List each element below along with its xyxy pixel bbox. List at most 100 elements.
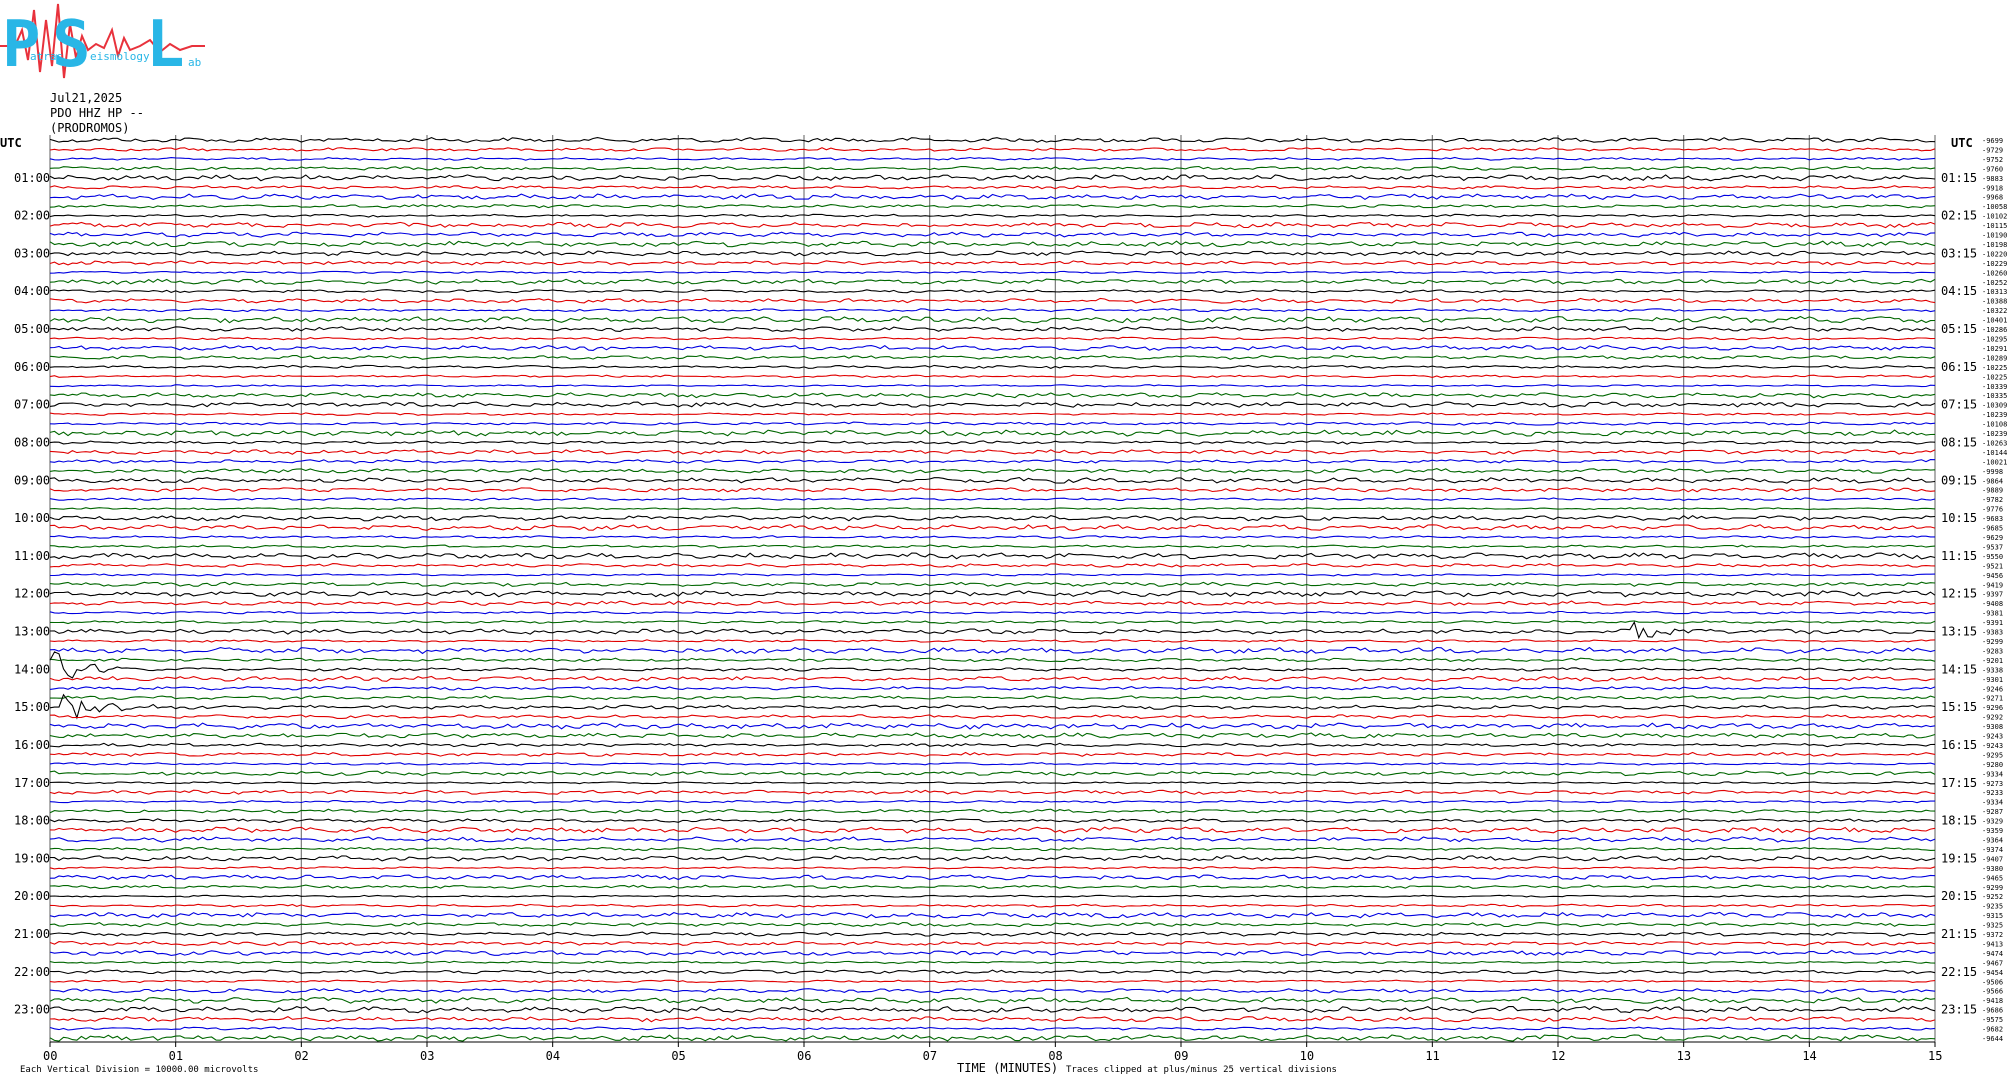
hour-label-right: 13:15 — [1941, 625, 1977, 639]
trace-line — [49, 477, 1936, 484]
trace-offset-label: -10260 — [1982, 269, 2007, 277]
hour-label-left: 09:00 — [14, 473, 50, 487]
trace-offset-label: -9419 — [1982, 581, 2003, 589]
trace-line — [49, 931, 1936, 937]
hour-label-right: 23:15 — [1941, 1003, 1977, 1017]
trace-line — [49, 639, 1936, 643]
trace-line — [49, 563, 1936, 568]
trace-offset-label: -9280 — [1982, 761, 2003, 769]
trace-offset-label: -9273 — [1982, 780, 2003, 788]
trace-line — [49, 315, 1936, 324]
hour-label-left: 15:00 — [14, 700, 50, 714]
trace-offset-label: -9644 — [1982, 1035, 2003, 1043]
trace-line — [49, 1015, 1936, 1023]
trace-line — [49, 147, 1936, 152]
x-tick-label: 15 — [1928, 1049, 1942, 1063]
hour-label-right: 20:15 — [1941, 889, 1977, 903]
trace-line — [49, 459, 1936, 464]
trace-offset-label: -10225 — [1982, 364, 2007, 372]
trace-offset-label: -9383 — [1982, 629, 2003, 637]
trace-line — [49, 514, 1936, 522]
trace-offset-label: -10115 — [1982, 222, 2007, 230]
trace-line — [49, 714, 1936, 719]
trace-line — [49, 675, 1936, 682]
trace-offset-label: -9295 — [1982, 751, 2003, 759]
trace-offset-label: -9408 — [1982, 600, 2003, 608]
hour-label-left: 14:00 — [14, 662, 50, 676]
trace-offset-label: -9380 — [1982, 865, 2003, 873]
trace-line — [49, 894, 1936, 898]
trace-line — [49, 297, 1936, 304]
trace-offset-label: -9418 — [1982, 997, 2003, 1005]
trace-line — [49, 278, 1936, 286]
trace-offset-label: -10239 — [1982, 411, 2007, 419]
trace-offset-label: -9864 — [1982, 477, 2003, 485]
trace-line — [49, 429, 1936, 437]
trace-line — [49, 979, 1936, 984]
x-tick-label: 12 — [1551, 1049, 1565, 1063]
trace-line — [49, 884, 1936, 889]
hour-label-left: 23:00 — [14, 1003, 50, 1017]
logo-word-patras: atras — [30, 50, 63, 63]
x-tick-label: 08 — [1048, 1049, 1062, 1063]
trace-line — [49, 468, 1936, 474]
trace-line — [49, 940, 1936, 947]
trace-line — [49, 969, 1936, 975]
hour-label-left: 11:00 — [14, 549, 50, 563]
trace-line — [49, 903, 1936, 908]
logo-letter-s: S — [52, 8, 91, 82]
trace-offset-label: -9397 — [1982, 591, 2003, 599]
trace-line — [49, 250, 1936, 257]
trace-line — [49, 260, 1936, 266]
hour-label-right: 17:15 — [1941, 776, 1977, 790]
trace-line — [49, 610, 1936, 615]
trace-offset-label: -10291 — [1982, 345, 2007, 353]
trace-line — [49, 846, 1936, 852]
trace-offset-label: -9243 — [1982, 733, 2003, 741]
hour-label-left: 20:00 — [14, 889, 50, 903]
trace-line — [49, 921, 1936, 928]
trace-offset-label: -9566 — [1982, 988, 2003, 996]
trace-offset-label: -10225 — [1982, 373, 2007, 381]
trace-offset-label: -9233 — [1982, 789, 2003, 797]
trace-line — [49, 693, 1936, 720]
trace-offset-label: -9287 — [1982, 808, 2003, 816]
hour-label-left: 10:00 — [14, 511, 50, 525]
x-axis: 00 01 02 03 04 05 06 07 08 09 10 11 12 13 14 15 — [43, 1041, 1942, 1063]
trace-line — [49, 620, 1936, 640]
trace-line — [49, 855, 1936, 862]
trace-offset-label: -9456 — [1982, 572, 2003, 580]
trace-line — [49, 392, 1936, 399]
hour-label-left: 13:00 — [14, 625, 50, 639]
trace-offset-label: -10144 — [1982, 449, 2007, 457]
station-location: (PRODROMOS) — [50, 121, 130, 135]
trace-line — [49, 620, 1936, 625]
trace-offset-label: -9243 — [1982, 742, 2003, 750]
trace-offset-label: -9299 — [1982, 638, 2003, 646]
logo-word-seismology: eismology — [90, 50, 150, 63]
trace-line — [49, 742, 1936, 748]
trace-line — [49, 960, 1936, 965]
hour-label-right: 08:15 — [1941, 435, 1977, 449]
trace-line — [49, 165, 1936, 171]
trace-offset-label: -9334 — [1982, 799, 2003, 807]
trace-offset-label: -9372 — [1982, 931, 2003, 939]
trace-offset-label: -9474 — [1982, 950, 2003, 958]
trace-line — [49, 996, 1936, 1004]
hour-label-left: 18:00 — [14, 814, 50, 828]
trace-offset-label: -9359 — [1982, 827, 2003, 835]
trace-offset-label: -9271 — [1982, 695, 2003, 703]
trace-line — [49, 221, 1936, 229]
trace-line — [49, 364, 1936, 370]
trace-offset-label: -10335 — [1982, 392, 2007, 400]
hour-label-right: 10:15 — [1941, 511, 1977, 525]
seismogram-page: P S L atras eismology ab Jul21,2025 PDO … — [0, 0, 2010, 1080]
trace-line — [49, 818, 1936, 824]
hour-label-right: 01:15 — [1941, 171, 1977, 185]
trace-line — [49, 240, 1936, 248]
trace-offset-label: -10108 — [1982, 421, 2007, 429]
trace-offset-label: -9629 — [1982, 534, 2003, 542]
x-tick-label: 02 — [294, 1049, 308, 1063]
trace-offset-label: -9506 — [1982, 978, 2003, 986]
trace-line — [49, 308, 1936, 313]
